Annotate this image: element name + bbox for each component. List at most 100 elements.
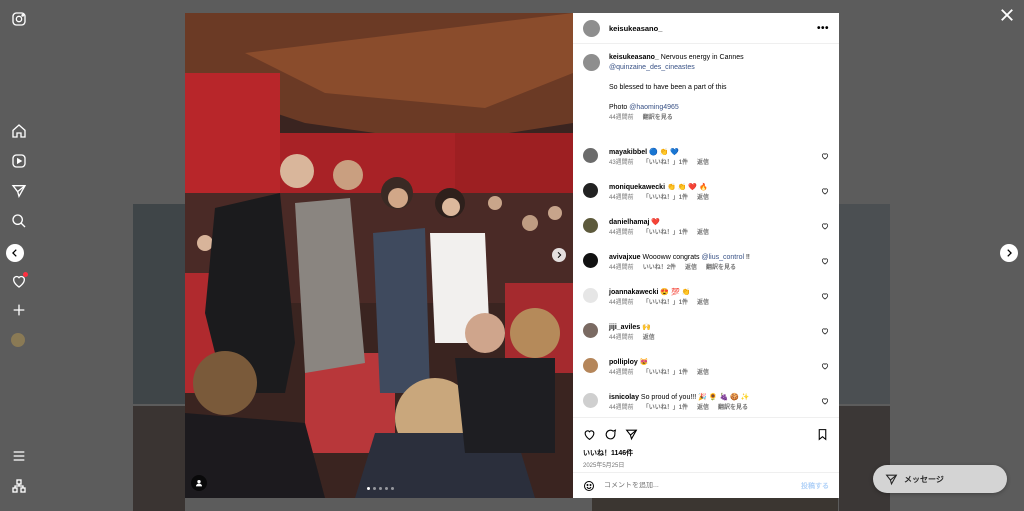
comment-like-icon[interactable]: [821, 397, 829, 405]
comment-reply-button[interactable]: 返信: [697, 299, 709, 308]
comment-likes[interactable]: 「いいね！」1件: [643, 194, 688, 203]
commenter-avatar[interactable]: [583, 183, 598, 198]
comment-likes[interactable]: 「いいね！」1件: [643, 229, 688, 238]
comment-timestamp[interactable]: 44週間前: [609, 369, 634, 378]
profile-avatar[interactable]: [11, 333, 27, 349]
comment-text: So proud of you!!! 🎉 🌻 🍇 🍪 ✨: [640, 394, 750, 401]
comment-translate-link[interactable]: 翻訳を見る: [718, 404, 748, 413]
comment-likes[interactable]: いいね！2件: [643, 264, 676, 273]
previous-post-button[interactable]: [6, 244, 24, 262]
commenter-username[interactable]: polliploy: [609, 359, 638, 366]
comment-likes[interactable]: 「いいね！」1件: [643, 299, 688, 308]
carousel-next-button[interactable]: [552, 248, 566, 262]
messenger-icon: [885, 474, 898, 485]
caption-translate-link[interactable]: 翻訳を見る: [643, 113, 673, 123]
comment-timestamp[interactable]: 44週間前: [609, 404, 634, 413]
commenter-avatar[interactable]: [583, 148, 598, 163]
save-icon[interactable]: [816, 428, 829, 441]
post-photo[interactable]: [185, 13, 573, 498]
post-actions: いいね！1146件 2025年5月25日: [573, 417, 839, 472]
caption-author-avatar[interactable]: [583, 54, 600, 71]
comment-icon[interactable]: [604, 428, 617, 441]
more-options-icon[interactable]: •••: [817, 23, 829, 34]
caption-mention-link[interactable]: @quinzaine_des_cineastes: [609, 64, 695, 71]
comment-translate-link[interactable]: 翻訳を見る: [706, 264, 736, 273]
comment-item: jiji_aviles 🙌 44週間前 返信: [583, 323, 829, 343]
comments-list[interactable]: keisukeasano_ Nervous energy in Cannes @…: [573, 45, 839, 417]
comment-reply-button[interactable]: 返信: [685, 264, 697, 273]
comment-reply-button[interactable]: 返信: [697, 404, 709, 413]
comment-reply-button[interactable]: 返信: [643, 334, 655, 343]
instagram-icon[interactable]: [11, 11, 27, 27]
comment-like-icon[interactable]: [821, 152, 829, 160]
home-icon[interactable]: [11, 123, 27, 139]
comment-reply-button[interactable]: 返信: [697, 229, 709, 238]
comment-timestamp[interactable]: 43週間前: [609, 159, 634, 168]
commenter-username[interactable]: jiji_aviles: [609, 324, 640, 331]
comment-like-icon[interactable]: [821, 362, 829, 370]
author-username[interactable]: keisukeasano_: [609, 24, 662, 33]
explore-icon[interactable]: [11, 183, 27, 199]
comment-reply-button[interactable]: 返信: [697, 194, 709, 203]
emoji-icon[interactable]: [583, 480, 595, 492]
comment-timestamp[interactable]: 44週間前: [609, 264, 634, 273]
notifications-icon[interactable]: [11, 272, 28, 289]
caption-timestamp[interactable]: 44週間前: [609, 113, 634, 123]
post-image: [185, 13, 573, 498]
comment-timestamp[interactable]: 44週間前: [609, 299, 634, 308]
share-icon[interactable]: [625, 428, 638, 441]
post-comment-button[interactable]: 投稿する: [801, 481, 829, 491]
comment-mention-link[interactable]: @lius_control: [702, 254, 745, 261]
comment-like-icon[interactable]: [821, 327, 829, 335]
comment-text: 😻: [639, 359, 649, 366]
like-icon[interactable]: [583, 428, 596, 441]
tagged-users-button[interactable]: [191, 475, 207, 491]
comment-timestamp[interactable]: 44週間前: [609, 194, 634, 203]
comment-composer: 投稿する: [573, 472, 839, 498]
menu-icon[interactable]: [11, 448, 27, 464]
commenter-avatar[interactable]: [583, 218, 598, 233]
also-from-meta-icon[interactable]: [11, 478, 27, 494]
commenter-avatar[interactable]: [583, 253, 598, 268]
search-icon[interactable]: [11, 213, 27, 229]
commenter-avatar[interactable]: [583, 358, 598, 373]
comment-likes[interactable]: 「いいね！」1件: [643, 159, 688, 168]
reels-icon[interactable]: [11, 153, 27, 169]
comment-likes[interactable]: 「いいね！」1件: [643, 404, 688, 413]
commenter-avatar[interactable]: [583, 323, 598, 338]
comment-timestamp[interactable]: 44週間前: [609, 334, 634, 343]
likes-count[interactable]: いいね！1146件: [583, 448, 829, 458]
comment-timestamp[interactable]: 44週間前: [609, 229, 634, 238]
commenter-username[interactable]: mayakibbel: [609, 149, 647, 156]
comment-item: avivajxue Woooww congrats @lius_control …: [583, 253, 829, 273]
commenter-username[interactable]: danielhamaj: [609, 219, 649, 226]
comment-input[interactable]: [604, 482, 801, 489]
commenter-avatar[interactable]: [583, 288, 598, 303]
comment-like-icon[interactable]: [821, 257, 829, 265]
chevron-right-icon: [1007, 249, 1012, 257]
commenter-avatar[interactable]: [583, 393, 598, 408]
messages-button[interactable]: メッセージ: [873, 465, 1007, 493]
author-avatar[interactable]: [583, 19, 600, 37]
caption-photo-mention-link[interactable]: @haoming4965: [629, 104, 679, 111]
comment-like-icon[interactable]: [821, 222, 829, 230]
commenter-username[interactable]: moniquekawecki: [609, 184, 665, 191]
comment-like-icon[interactable]: [821, 187, 829, 195]
comment-like-icon[interactable]: [821, 292, 829, 300]
comment-reply-button[interactable]: 返信: [697, 369, 709, 378]
comment-item: moniquekawecki 👏 👏 ❤️ 🔥 44週間前 「いいね！」1件 返信: [583, 183, 829, 203]
close-icon[interactable]: [998, 6, 1016, 24]
post-header: keisukeasano_ •••: [573, 13, 839, 44]
messages-label: メッセージ: [904, 474, 944, 484]
caption-username[interactable]: keisukeasano_: [609, 54, 659, 61]
commenter-username[interactable]: isnicolay: [609, 394, 639, 401]
bg-tile-right-bottom: [839, 406, 890, 511]
comment-likes[interactable]: 「いいね！」1件: [643, 369, 688, 378]
commenter-username[interactable]: avivajxue: [609, 254, 641, 261]
comment-reply-button[interactable]: 返信: [697, 159, 709, 168]
commenter-username[interactable]: joannakawecki: [609, 289, 658, 296]
create-icon[interactable]: [11, 302, 27, 318]
next-post-button[interactable]: [1000, 244, 1018, 262]
bg-tile-left-top: [133, 204, 185, 404]
comment-item: joannakawecki 😍 💯 👏 44週間前 「いいね！」1件 返信: [583, 288, 829, 308]
